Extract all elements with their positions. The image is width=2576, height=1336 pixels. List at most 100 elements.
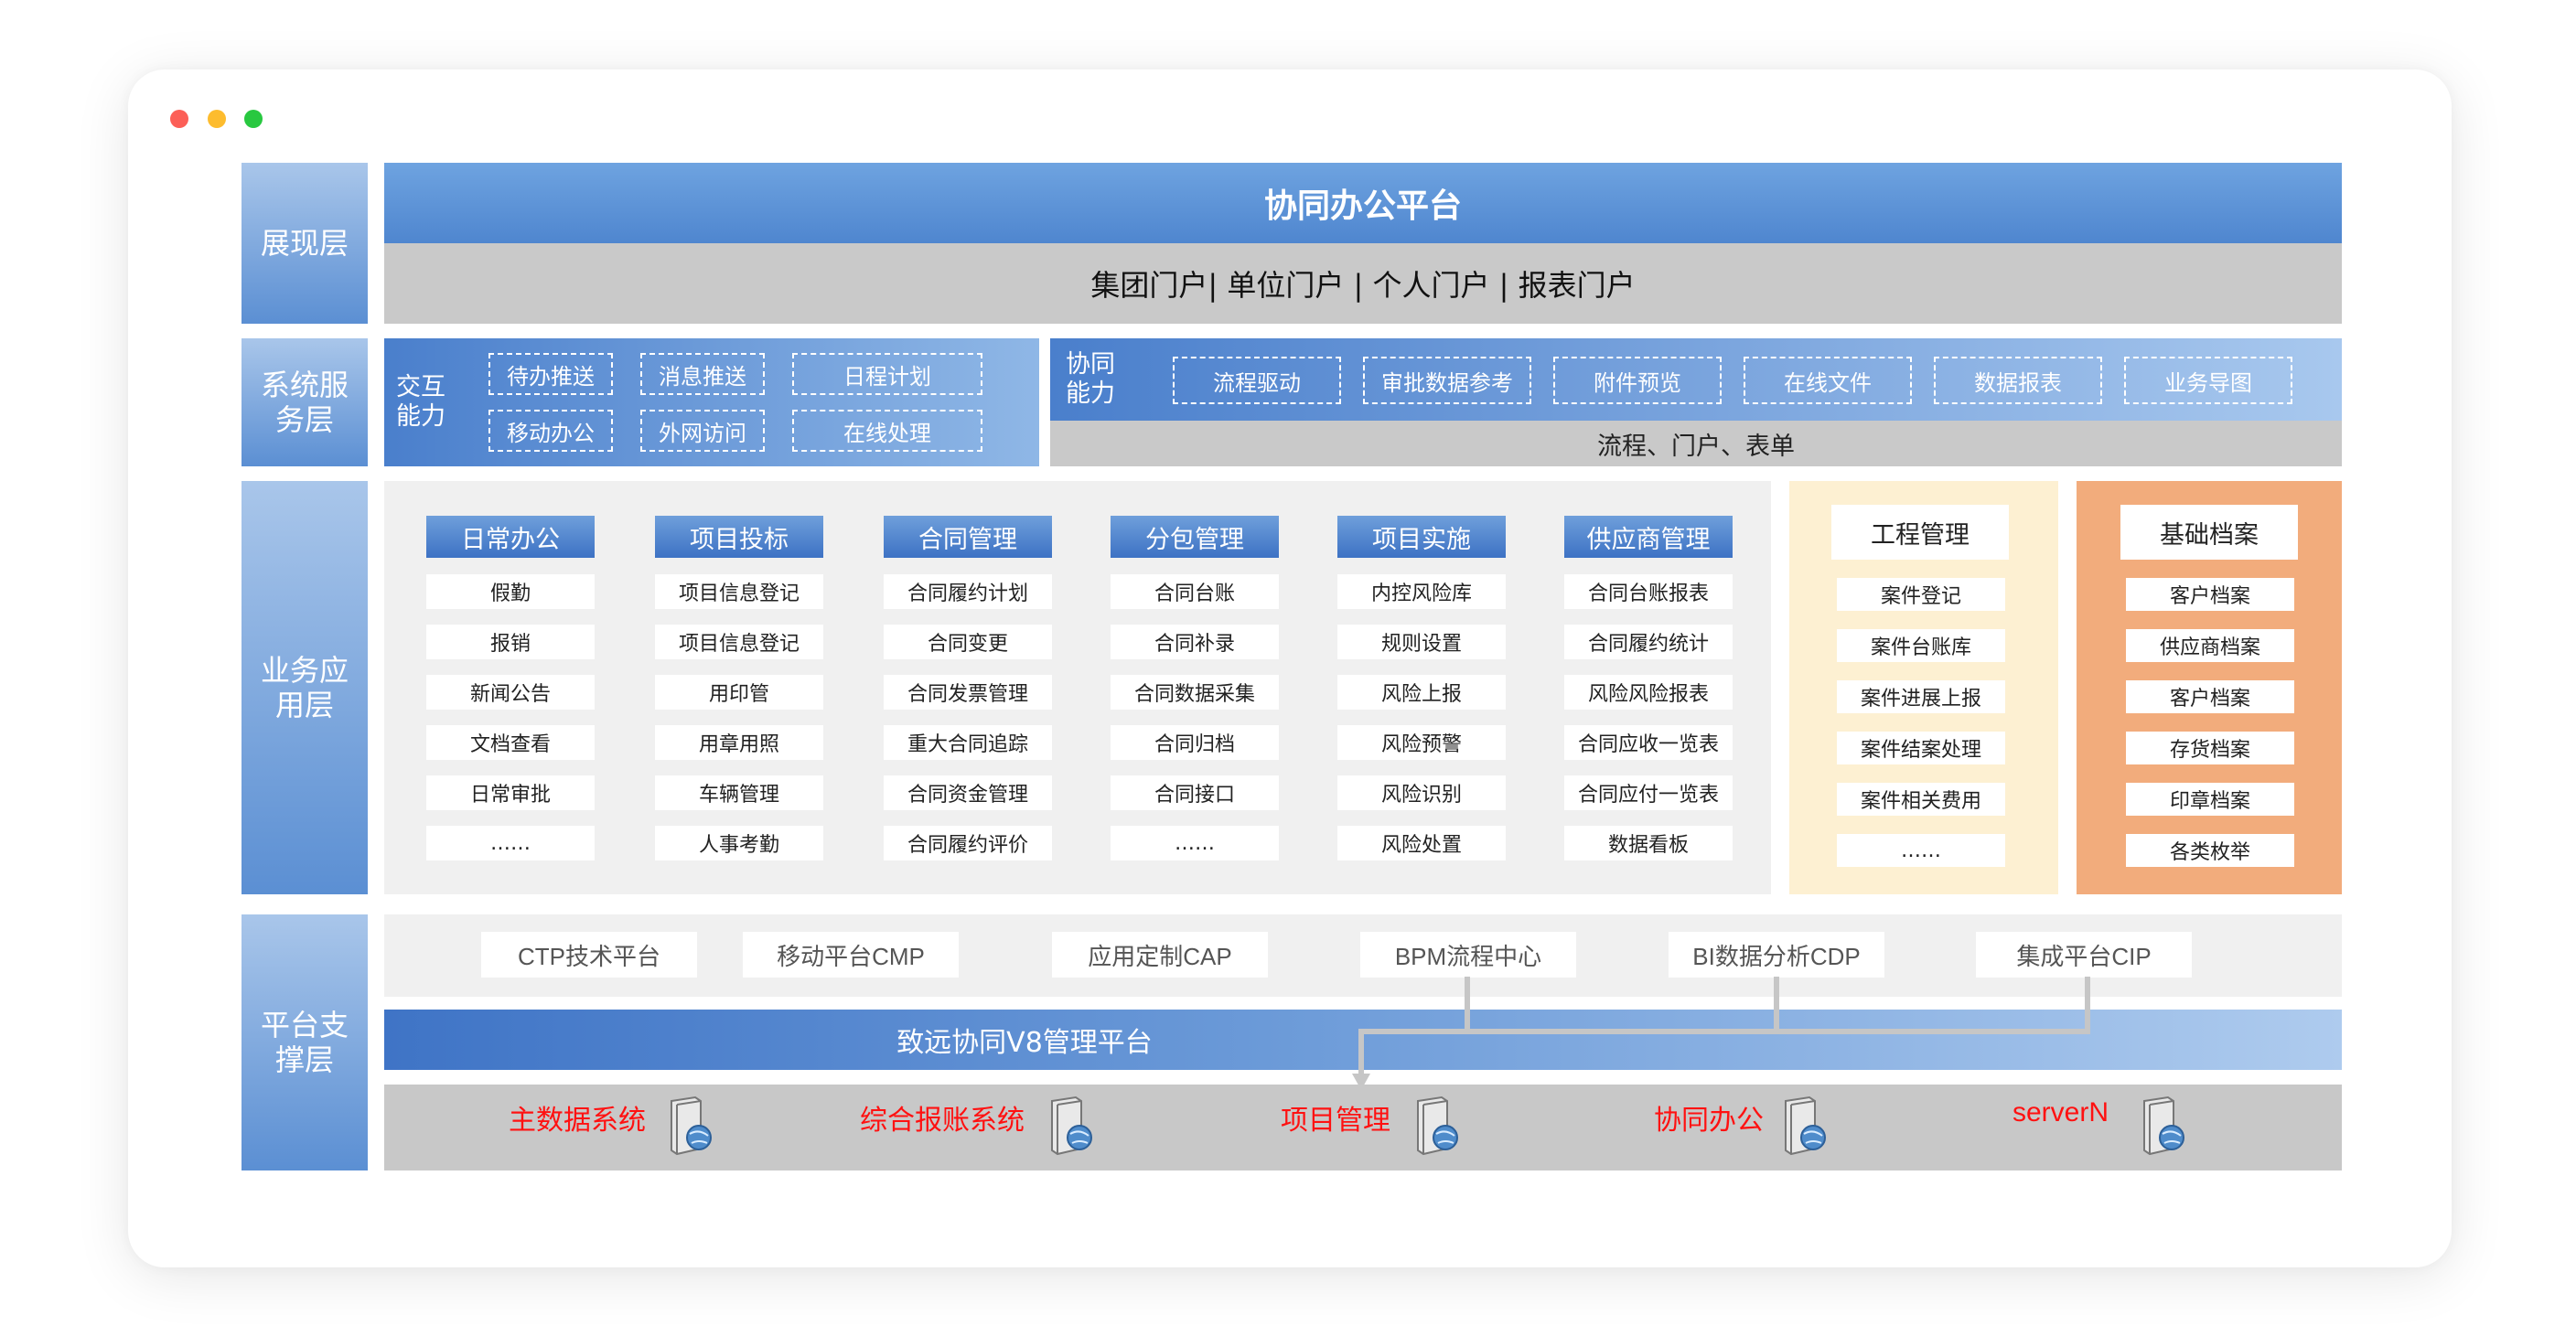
module-item[interactable]: 合同台账	[1111, 574, 1279, 609]
module-item[interactable]: 合同应付一览表	[1564, 775, 1733, 810]
server-globe-icon	[671, 1096, 712, 1156]
module-item[interactable]: 用章用照	[655, 725, 823, 760]
interaction-item[interactable]: 日程计划	[792, 353, 982, 395]
module-item[interactable]: 用印管	[655, 675, 823, 710]
module-item[interactable]: 人事考勤	[655, 826, 823, 860]
interaction-item[interactable]: 移动办公	[488, 410, 613, 452]
platform-tool[interactable]: CTP技术平台	[481, 932, 697, 978]
platform-tool[interactable]: BPM流程中心	[1360, 932, 1576, 978]
module-item[interactable]: 重大合同追踪	[884, 725, 1052, 760]
engineering-item[interactable]: 案件台账库	[1837, 629, 2005, 662]
archives-item[interactable]: 供应商档案	[2126, 629, 2294, 662]
collaboration-item[interactable]: 审批数据参考	[1363, 357, 1531, 404]
module-item[interactable]: 内控风险库	[1337, 574, 1506, 609]
system-label[interactable]: 协同办公	[1654, 1097, 1764, 1138]
server-globe-icon	[1051, 1096, 1092, 1156]
module-item[interactable]: 风险处置	[1337, 826, 1506, 860]
archives-title[interactable]: 基础档案	[2120, 505, 2298, 560]
interaction-panel: 交互能力 待办推送 消息推送 日程计划 移动办公 外网访问 在线处理	[384, 338, 1039, 466]
layer-label-service: 系统服务层	[242, 338, 368, 466]
module-item[interactable]: 合同台账报表	[1564, 574, 1733, 609]
engineering-item[interactable]: 案件登记	[1837, 578, 2005, 611]
system-label[interactable]: 主数据系统	[509, 1097, 646, 1138]
module-title[interactable]: 日常办公	[426, 516, 595, 558]
interaction-item[interactable]: 消息推送	[640, 353, 765, 395]
platform-tool[interactable]: 应用定制CAP	[1052, 932, 1268, 978]
interaction-item[interactable]: 待办推送	[488, 353, 613, 395]
system-label[interactable]: 综合报账系统	[860, 1097, 1025, 1138]
module-title[interactable]: 合同管理	[884, 516, 1052, 558]
module-item[interactable]: 规则设置	[1337, 625, 1506, 659]
module-item[interactable]: 新闻公告	[426, 675, 595, 710]
module-item[interactable]: 车辆管理	[655, 775, 823, 810]
module-item[interactable]: 项目信息登记	[655, 574, 823, 609]
module-item[interactable]: 合同履约评价	[884, 826, 1052, 860]
engineering-item[interactable]: 案件进展上报	[1837, 680, 2005, 713]
collaboration-item[interactable]: 附件预览	[1553, 357, 1722, 404]
module-item[interactable]: 数据看板	[1564, 826, 1733, 860]
system-label[interactable]: 项目管理	[1281, 1097, 1390, 1138]
close-window-dot[interactable]	[170, 110, 188, 128]
interaction-label: 交互能力	[396, 373, 445, 431]
server-globe-icon	[1785, 1096, 1826, 1156]
module-item[interactable]: 风险识别	[1337, 775, 1506, 810]
maximize-window-dot[interactable]	[244, 110, 263, 128]
layer-label-platform: 平台支撑层	[242, 914, 368, 1170]
layer-label-business: 业务应用层	[242, 481, 368, 894]
collaboration-item[interactable]: 数据报表	[1934, 357, 2102, 404]
layer-label-presentation: 展现层	[242, 163, 368, 324]
archives-item[interactable]: 印章档案	[2126, 783, 2294, 816]
module-item[interactable]: 假勤	[426, 574, 595, 609]
module-item[interactable]: ……	[426, 826, 595, 860]
collaboration-label: 协同能力	[1066, 350, 1115, 408]
collaboration-item[interactable]: 流程驱动	[1173, 357, 1341, 404]
portal-bar: 集团门户| 单位门户 | 个人门户 | 报表门户	[384, 243, 2342, 324]
module-item[interactable]: 风险风险报表	[1564, 675, 1733, 710]
server-globe-icon	[1417, 1096, 1458, 1156]
interaction-item[interactable]: 外网访问	[640, 410, 765, 452]
module-item[interactable]: 合同归档	[1111, 725, 1279, 760]
module-item[interactable]: 文档查看	[426, 725, 595, 760]
collaboration-panel: 协同能力 流程驱动 审批数据参考 附件预览 在线文件 数据报表 业务导图	[1050, 338, 2342, 421]
minimize-window-dot[interactable]	[208, 110, 226, 128]
module-item[interactable]: ……	[1111, 826, 1279, 860]
module-item[interactable]: 合同补录	[1111, 625, 1279, 659]
server-globe-icon	[2143, 1096, 2184, 1156]
engineering-title[interactable]: 工程管理	[1831, 505, 2009, 560]
collaboration-item[interactable]: 业务导图	[2124, 357, 2292, 404]
module-title[interactable]: 项目投标	[655, 516, 823, 558]
platform-title-bar: 协同办公平台	[384, 163, 2342, 243]
platform-title: 协同办公平台	[1263, 187, 1462, 225]
module-item[interactable]: 合同变更	[884, 625, 1052, 659]
module-title[interactable]: 项目实施	[1337, 516, 1506, 558]
archives-item[interactable]: 各类枚举	[2126, 834, 2294, 867]
module-item[interactable]: 合同资金管理	[884, 775, 1052, 810]
archives-item[interactable]: 客户档案	[2126, 680, 2294, 713]
archives-item[interactable]: 客户档案	[2126, 578, 2294, 611]
interaction-item[interactable]: 在线处理	[792, 410, 982, 452]
platform-tool[interactable]: BI数据分析CDP	[1669, 932, 1884, 978]
engineering-item[interactable]: ……	[1837, 834, 2005, 867]
module-item[interactable]: 合同应收一览表	[1564, 725, 1733, 760]
module-item[interactable]: 风险预警	[1337, 725, 1506, 760]
module-item[interactable]: 项目信息登记	[655, 625, 823, 659]
collaboration-item[interactable]: 在线文件	[1744, 357, 1912, 404]
module-item[interactable]: 报销	[426, 625, 595, 659]
module-item[interactable]: 合同接口	[1111, 775, 1279, 810]
module-item[interactable]: 合同履约统计	[1564, 625, 1733, 659]
archives-item[interactable]: 存货档案	[2126, 732, 2294, 764]
platform-connector-lines	[1352, 977, 2090, 1090]
platform-tool[interactable]: 移动平台CMP	[743, 932, 959, 978]
module-title[interactable]: 分包管理	[1111, 516, 1279, 558]
engineering-item[interactable]: 案件相关费用	[1837, 783, 2005, 816]
collaboration-footer: 流程、门户、表单	[1050, 421, 2342, 466]
module-item[interactable]: 合同数据采集	[1111, 675, 1279, 710]
module-item[interactable]: 合同发票管理	[884, 675, 1052, 710]
module-item[interactable]: 合同履约计划	[884, 574, 1052, 609]
engineering-item[interactable]: 案件结案处理	[1837, 732, 2005, 764]
module-item[interactable]: 日常审批	[426, 775, 595, 810]
platform-tool[interactable]: 集成平台CIP	[1976, 932, 2192, 978]
module-title[interactable]: 供应商管理	[1564, 516, 1733, 558]
system-label[interactable]: serverN	[2012, 1097, 2109, 1128]
module-item[interactable]: 风险上报	[1337, 675, 1506, 710]
